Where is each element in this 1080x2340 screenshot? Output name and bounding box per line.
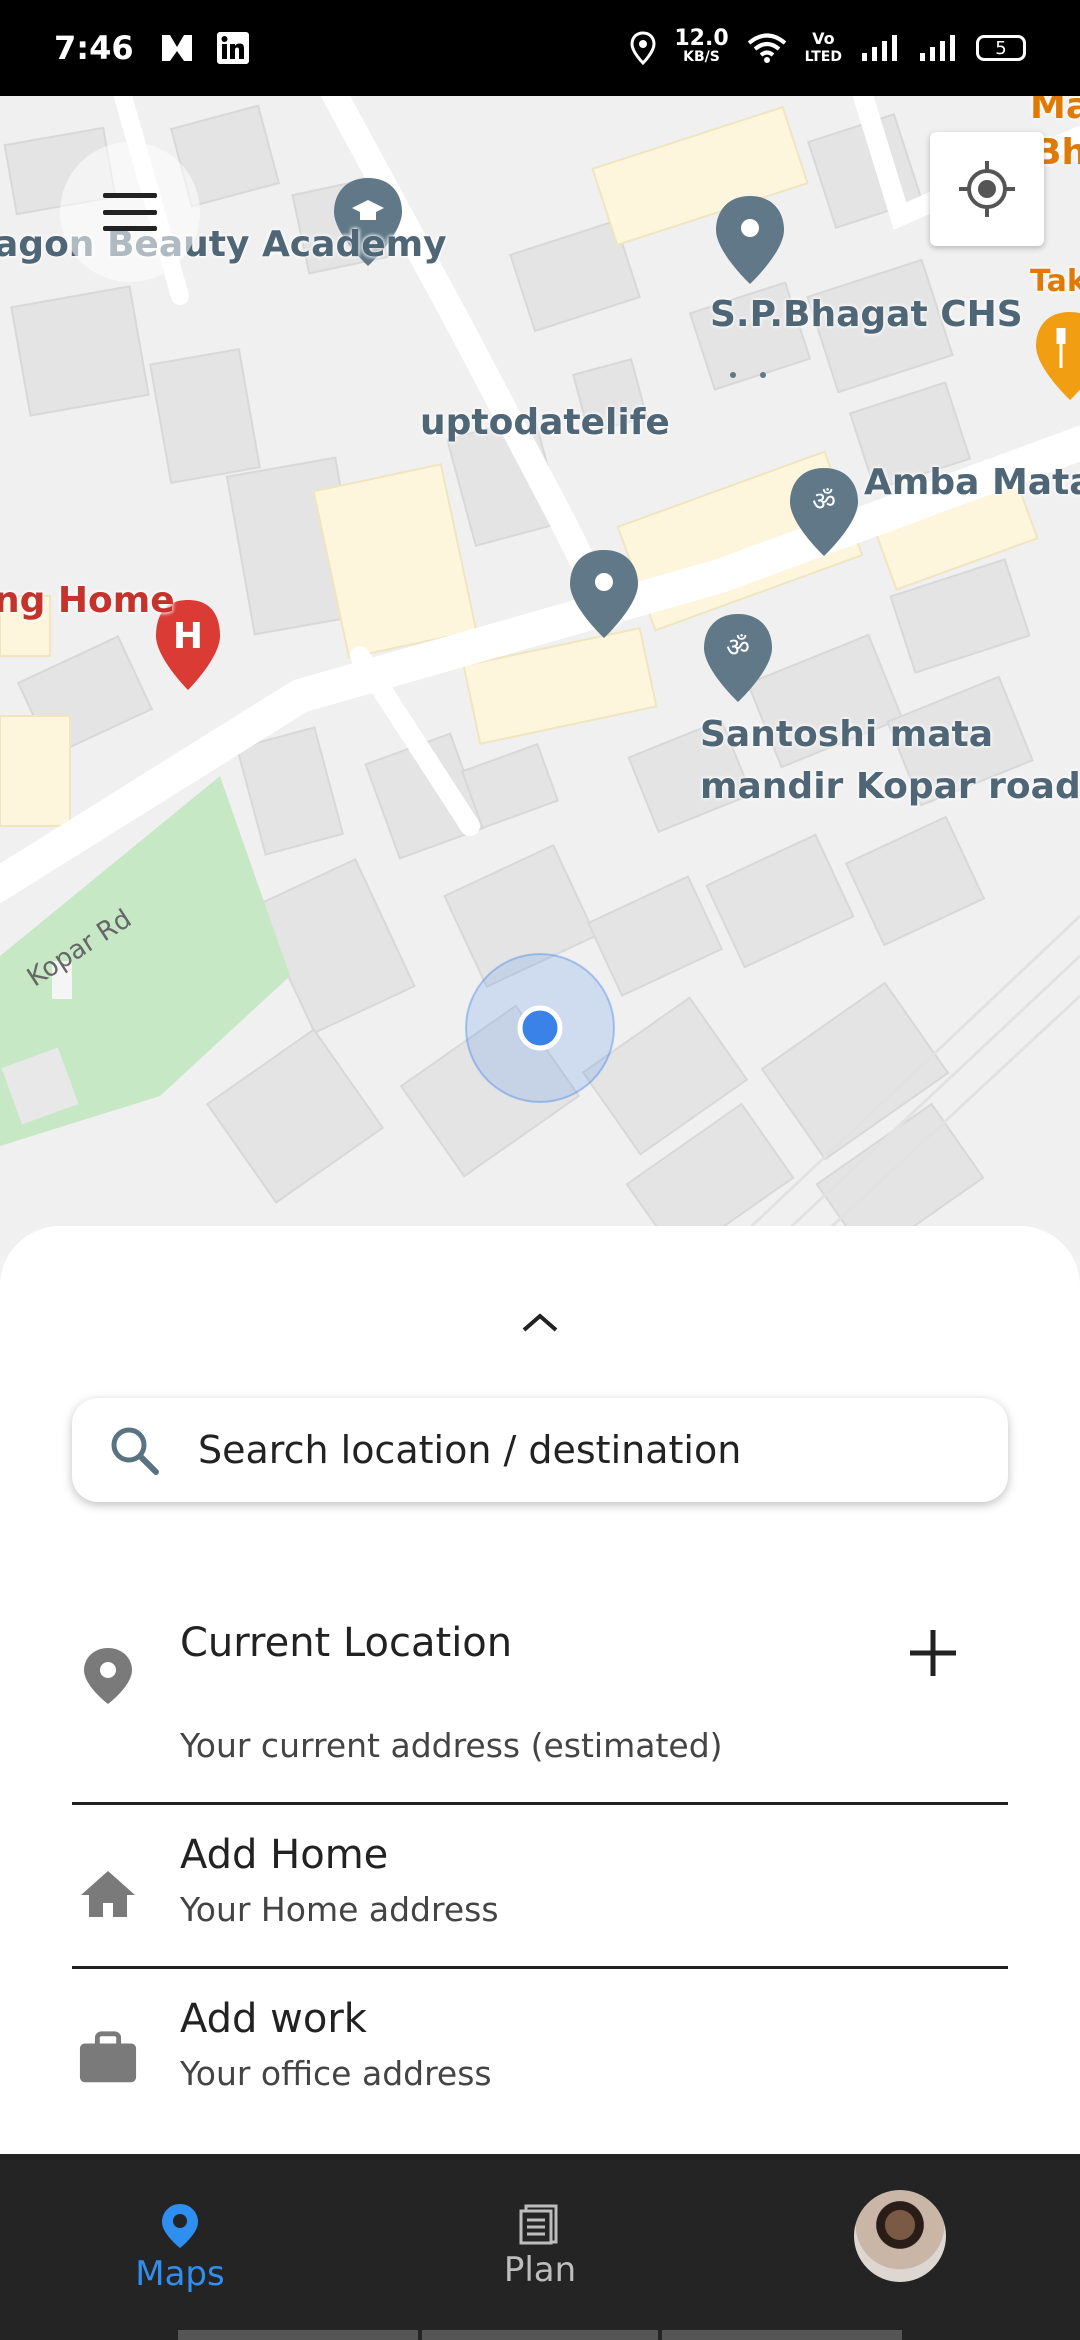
my-location-button[interactable] xyxy=(930,132,1044,246)
gesture-bar xyxy=(422,2330,658,2340)
svg-text:ॐ: ॐ xyxy=(812,487,836,517)
current-location-row[interactable]: Current Location Your current address (e… xyxy=(72,1620,1008,1790)
location-icon xyxy=(630,31,656,65)
crosshair-icon xyxy=(959,161,1015,217)
profile-avatar[interactable] xyxy=(854,2190,946,2282)
map-label-edge-tak: Tak xyxy=(1030,264,1080,299)
add-home-row[interactable]: Add Home Your Home address xyxy=(72,1832,1008,1962)
gesture-bar xyxy=(662,2330,902,2340)
current-location-subtitle: Your current address (estimated) xyxy=(180,1726,723,1765)
briefcase-icon xyxy=(78,2028,138,2088)
nav-maps-label: Maps xyxy=(135,2254,225,2294)
battery-icon: 5 xyxy=(976,35,1026,61)
search-icon xyxy=(111,1427,159,1475)
net-speed: 12.0 KB/S xyxy=(674,26,729,66)
map-label-home[interactable]: ng Home xyxy=(0,580,175,621)
battery-level: 5 xyxy=(995,37,1007,59)
home-icon xyxy=(78,1864,138,1924)
nav-plan-tab[interactable]: Plan xyxy=(460,2202,620,2290)
add-home-title: Add Home xyxy=(180,1832,389,1878)
add-home-subtitle: Your Home address xyxy=(180,1890,499,1929)
net-speed-value: 12.0 xyxy=(674,26,729,51)
nav-maps-tab[interactable]: Maps xyxy=(100,2202,260,2294)
nav-plan-label: Plan xyxy=(503,2250,577,2290)
hamburger-icon xyxy=(103,193,157,231)
svg-text:H: H xyxy=(173,616,203,657)
user-location-marker xyxy=(465,953,615,1103)
divider xyxy=(72,1802,1008,1805)
expand-sheet-button[interactable] xyxy=(518,1302,562,1342)
add-work-subtitle: Your office address xyxy=(180,2054,492,2093)
map-label-santoshi-line2[interactable]: mandir Kopar road xyxy=(700,766,1080,807)
map-label-edge-top-1: Ma xyxy=(1030,96,1080,127)
linkedin-icon xyxy=(216,32,249,64)
wifi-icon xyxy=(747,33,786,63)
add-work-row[interactable]: Add work Your office address xyxy=(72,1996,1008,2126)
volte-top: Vo xyxy=(812,29,835,48)
bottom-navigation: Maps Plan xyxy=(0,2154,1080,2340)
map-label-amba-mata[interactable]: Amba Mata xyxy=(864,462,1080,503)
map-label-uptodatelife[interactable]: uptodatelife xyxy=(420,402,670,443)
gesture-bar xyxy=(178,2330,418,2340)
chevron-up-icon xyxy=(522,1313,558,1332)
volte-bottom: LTED xyxy=(804,49,842,65)
status-bar: 7:46 12.0 KB/S Vo LTED 5 xyxy=(0,0,1080,96)
volte-indicator: Vo LTED xyxy=(805,30,842,66)
svg-text:ॐ: ॐ xyxy=(726,633,750,663)
signal-icon xyxy=(862,35,897,61)
m-logo-icon xyxy=(161,35,192,61)
divider xyxy=(72,1966,1008,1969)
document-icon xyxy=(519,2204,558,2245)
signal-icon xyxy=(920,35,955,61)
location-pin-icon xyxy=(78,1646,138,1706)
search-input[interactable]: Search location / destination xyxy=(72,1398,1008,1502)
map-label-sp-bhagat[interactable]: S.P.Bhagat CHS xyxy=(710,294,1023,335)
add-location-button[interactable] xyxy=(906,1626,960,1680)
menu-button[interactable] xyxy=(60,142,200,282)
map-label-santoshi-line1[interactable]: Santoshi mata xyxy=(700,714,993,755)
add-work-title: Add work xyxy=(180,1996,367,2042)
current-location-title: Current Location xyxy=(180,1620,513,1666)
search-placeholder: Search location / destination xyxy=(198,1428,742,1472)
status-time: 7:46 xyxy=(54,29,134,67)
map-pin-icon xyxy=(162,2204,198,2248)
